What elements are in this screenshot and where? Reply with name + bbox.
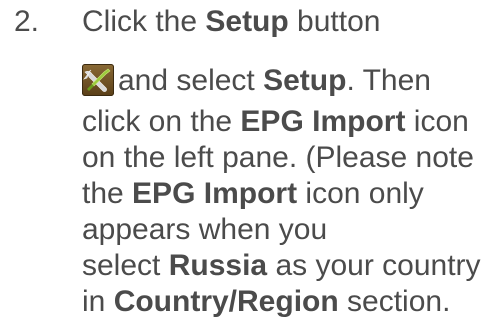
epg-import-label: EPG Import: [240, 105, 406, 138]
text: in: [82, 285, 114, 318]
epg-import-label: EPG Import: [132, 177, 298, 210]
instruction-line-4: on the left pane. (Please note: [82, 140, 474, 176]
text: button: [288, 5, 381, 38]
setup-option: Setup: [263, 64, 347, 97]
text: icon only: [297, 177, 424, 210]
text: Click the: [82, 5, 206, 38]
text: click on the: [82, 105, 241, 138]
instruction-line-2: and select Setup. Then: [118, 63, 431, 99]
instruction-line-5: the EPG Import icon only: [82, 176, 424, 212]
text: on the left pane. (Please note: [82, 141, 474, 174]
instruction-line-7: select Russia as your country: [82, 248, 481, 284]
instruction-line-8: in Country/Region section.: [82, 284, 450, 320]
setup-tools-icon: [82, 64, 114, 96]
russia-label: Russia: [168, 249, 268, 282]
setup-label: Setup: [205, 5, 289, 38]
text: . Then: [346, 64, 431, 97]
text: and select: [118, 64, 264, 97]
text: select: [82, 249, 169, 282]
instruction-line-3: click on the EPG Import icon: [82, 104, 469, 140]
country-region-label: Country/Region: [113, 285, 339, 318]
text: appears when you: [82, 213, 328, 246]
text: icon: [405, 105, 469, 138]
instruction-line-6: appears when you: [82, 212, 327, 248]
instruction-line-1: Click the Setup button: [82, 4, 380, 40]
instruction-step: 2. Click the Setup button and select Set…: [0, 0, 485, 322]
text: as your country: [267, 249, 481, 282]
text: the: [82, 177, 133, 210]
text: section.: [338, 285, 451, 318]
step-number: 2.: [14, 5, 40, 38]
